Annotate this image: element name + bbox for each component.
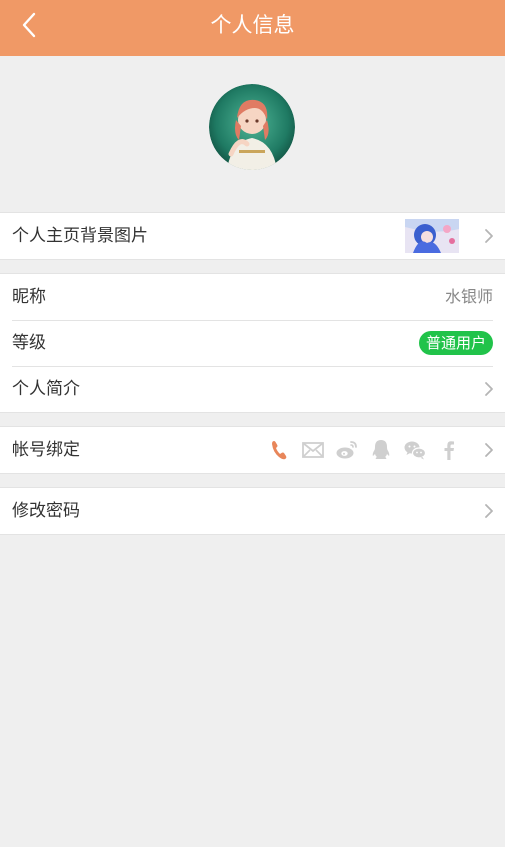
nickname-value: 水银师 (444, 287, 493, 306)
bio-label: 个人简介 (12, 379, 80, 399)
chevron-right-icon (485, 229, 493, 243)
password-section: 修改密码 (0, 487, 505, 535)
level-row[interactable]: 等级 普通用户 (0, 320, 505, 366)
level-label: 等级 (12, 333, 46, 353)
account-binding-row[interactable]: 帐号绑定 (0, 427, 505, 473)
avatar[interactable] (209, 84, 295, 170)
change-password-row[interactable]: 修改密码 (0, 488, 505, 534)
weibo-icon[interactable] (335, 438, 359, 462)
level-badge: 普通用户 (418, 331, 493, 355)
avatar-image (209, 84, 295, 170)
change-password-label: 修改密码 (12, 501, 80, 521)
top-bar: 个人信息 (0, 0, 505, 56)
chevron-right-icon (485, 504, 493, 518)
wechat-icon[interactable] (403, 438, 427, 462)
mail-icon[interactable] (301, 438, 325, 462)
facebook-icon[interactable] (437, 438, 461, 462)
info-section: 昵称 水银师 等级 普通用户 个人简介 (0, 273, 505, 413)
bio-row[interactable]: 个人简介 (0, 366, 505, 412)
background-image-label: 个人主页背景图片 (12, 226, 148, 246)
chevron-right-icon (485, 382, 493, 396)
background-section: 个人主页背景图片 (0, 212, 505, 260)
background-thumbnail (405, 219, 459, 253)
binding-section: 帐号绑定 (0, 426, 505, 474)
background-image-row[interactable]: 个人主页背景图片 (0, 213, 505, 259)
phone-icon[interactable] (267, 438, 291, 462)
qq-icon[interactable] (369, 438, 393, 462)
nickname-label: 昵称 (12, 287, 46, 307)
account-binding-label: 帐号绑定 (12, 440, 80, 460)
page-title: 个人信息 (210, 13, 295, 37)
nickname-row[interactable]: 昵称 水银师 (0, 274, 505, 320)
binding-icons (267, 438, 461, 462)
chevron-right-icon (485, 443, 493, 457)
